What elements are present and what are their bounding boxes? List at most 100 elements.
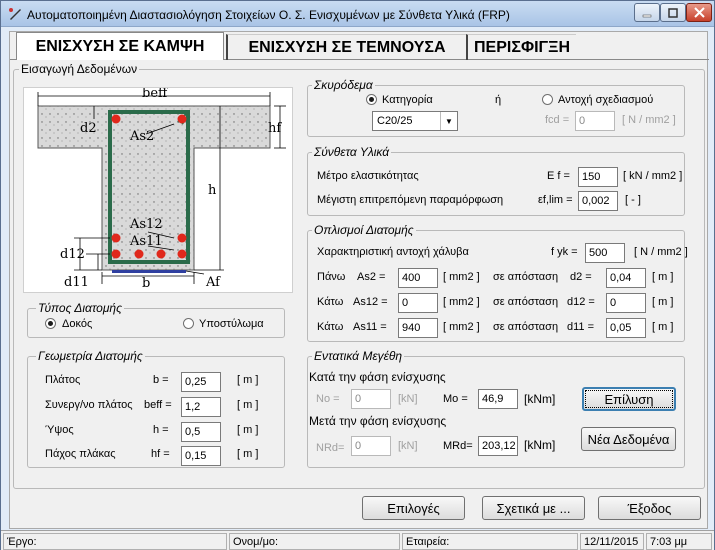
mrd-input[interactable]: 203,12: [478, 436, 518, 456]
status-date: 12/11/2015: [580, 533, 644, 550]
mrd-symbol: MRd=: [443, 440, 473, 452]
slab-symbol: hf =: [151, 448, 170, 460]
tbeam-drawing: beff hf d2 As2 h As12 As11 d12 d11 b Af: [37, 86, 286, 291]
concrete-legend: Σκυρόδεμα: [312, 78, 375, 92]
exit-button[interactable]: Έξοδος: [598, 496, 701, 520]
close-icon: [693, 7, 705, 18]
forces-legend: Εντατικά Μεγέθη: [312, 349, 405, 363]
effwidth-input[interactable]: 1,2: [181, 397, 221, 417]
tab-shear[interactable]: ΕΝΙΣΧΥΣΗ ΣΕ ΤΕΜΝΟΥΣΑ: [226, 34, 466, 60]
tab-confinement[interactable]: ΠΕΡΙΣΦΙΓΞΗ: [466, 34, 576, 60]
height-unit: [ m ]: [237, 424, 259, 436]
new-data-button[interactable]: Νέα Δεδομένα: [581, 427, 676, 451]
rebar-mid-left: [111, 233, 121, 243]
about-button[interactable]: Σχετικά με ...: [482, 496, 585, 520]
status-bar: Έργο: Ονομ/μο: Εταιρεία: 12/11/2015 7:03…: [1, 530, 714, 550]
d12-input[interactable]: 0: [606, 293, 646, 313]
composite-legend: Σύνθετα Υλικά: [312, 145, 392, 159]
as12-position: Κάτω: [317, 296, 344, 308]
maximize-icon: [668, 7, 678, 18]
d11-input[interactable]: 0,05: [606, 318, 646, 338]
mo-input[interactable]: 46,9: [478, 389, 518, 409]
label-As2: As2: [129, 129, 154, 144]
label-hf: hf: [268, 121, 282, 136]
reinforcement-legend: Οπλισμοί Διατομής: [312, 223, 416, 237]
label-beff: beff: [142, 88, 169, 101]
effwidth-label: Συνεργ/νο πλάτος: [45, 399, 133, 411]
strain-symbol: εf,lim =: [538, 194, 573, 206]
minimize-icon: [642, 14, 652, 17]
status-project: Έργο:: [3, 533, 227, 550]
nrd-unit: [kN]: [398, 440, 418, 452]
rebar-bot-2: [134, 249, 144, 259]
app-icon: [9, 8, 21, 20]
rebar-mid-right: [177, 233, 187, 243]
slab-label: Πάχος πλάκας: [45, 448, 116, 460]
width-symbol: b =: [153, 374, 169, 386]
no-input[interactable]: 0: [351, 389, 391, 409]
strain-unit: [ - ]: [625, 194, 641, 206]
nrd-input[interactable]: 0: [351, 436, 391, 456]
mrd-unit: [kNm]: [524, 438, 556, 452]
slab-unit: [ m ]: [237, 448, 259, 460]
status-company: Εταιρεία:: [402, 533, 578, 550]
column-radio[interactable]: [183, 318, 194, 329]
as2-position: Πάνω: [317, 271, 346, 283]
d12-symbol: d12 =: [567, 296, 595, 308]
as11-symbol: As11 =: [353, 321, 387, 333]
label-b: b: [142, 276, 150, 291]
solve-button[interactable]: Επίλυση: [582, 387, 676, 411]
label-d11: d11: [64, 275, 89, 290]
slab-input[interactable]: 0,15: [181, 446, 221, 466]
cross-section-diagram: beff hf d2 As2 h As12 As11 d12 d11 b Af: [23, 86, 293, 293]
height-input[interactable]: 0,5: [181, 422, 221, 442]
label-h: h: [208, 183, 217, 198]
strain-input[interactable]: 0,002: [578, 191, 618, 211]
tab-bending[interactable]: ΕΝΙΣΧΥΣΗ ΣΕ ΚΑΜΨΗ: [16, 32, 224, 60]
as2-distance-text: σε απόσταση: [493, 271, 559, 283]
beam-radio[interactable]: [45, 318, 56, 329]
maximize-button[interactable]: [660, 3, 686, 22]
fcd-unit: [ N / mm2 ]: [622, 114, 676, 126]
fyk-unit: [ N / mm2 ]: [634, 246, 688, 258]
height-label: Ύψος: [45, 424, 74, 436]
effwidth-unit: [ m ]: [237, 399, 259, 411]
as2-input[interactable]: 400: [398, 268, 438, 288]
geometry-legend: Γεωμετρία Διατομής: [36, 349, 145, 363]
no-symbol: No =: [316, 393, 340, 405]
concrete-group: Σκυρόδεμα: [307, 78, 685, 137]
concrete-class-select[interactable]: C20/25 ▼: [372, 111, 458, 131]
strength-label: Αντοχή σχεδιασμού: [558, 94, 654, 106]
label-d2: d2: [80, 121, 97, 136]
or-label: ή: [495, 94, 502, 106]
minimize-button[interactable]: [634, 3, 660, 22]
rebar-bot-1: [111, 249, 121, 259]
title-bar[interactable]: Αυτοματοποιημένη Διαστασιολόγηση Στοιχεί…: [1, 1, 714, 27]
frp-strip: [112, 270, 186, 273]
d11-symbol: d11 =: [567, 321, 595, 333]
tab-bar: ΕΝΙΣΧΥΣΗ ΣΕ ΚΑΜΨΗ ΕΝΙΣΧΥΣΗ ΣΕ ΤΕΜΝΟΥΣΑ Π…: [10, 32, 709, 60]
close-button[interactable]: [686, 3, 712, 22]
as11-position: Κάτω: [317, 321, 344, 333]
modulus-symbol: E f =: [547, 170, 570, 182]
beam-label: Δοκός: [62, 318, 93, 330]
as2-symbol: As2 =: [357, 271, 386, 283]
fyk-input[interactable]: 500: [585, 243, 625, 263]
as2-unit: [ mm2 ]: [443, 271, 480, 283]
d2-input[interactable]: 0,04: [606, 268, 646, 288]
modulus-input[interactable]: 150: [578, 167, 618, 187]
as11-input[interactable]: 940: [398, 318, 438, 338]
fcd-input[interactable]: 0: [575, 111, 615, 131]
width-input[interactable]: 0,25: [181, 372, 221, 392]
fyk-label: Χαρακτηριστική αντοχή χάλυβα: [317, 246, 469, 258]
category-label: Κατηγορία: [382, 94, 433, 106]
options-button[interactable]: Επιλογές: [362, 496, 465, 520]
mo-symbol: Mo =: [443, 393, 468, 405]
strain-label: Μέγιστη επιτρεπόμενη παραμόρφωση: [317, 194, 504, 206]
category-radio[interactable]: [366, 94, 377, 105]
as12-input[interactable]: 0: [398, 293, 438, 313]
strength-radio[interactable]: [542, 94, 553, 105]
status-time: 7:03 μμ: [646, 533, 712, 550]
fyk-symbol: f yk =: [551, 246, 578, 258]
as12-distance-text: σε απόσταση: [493, 296, 559, 308]
